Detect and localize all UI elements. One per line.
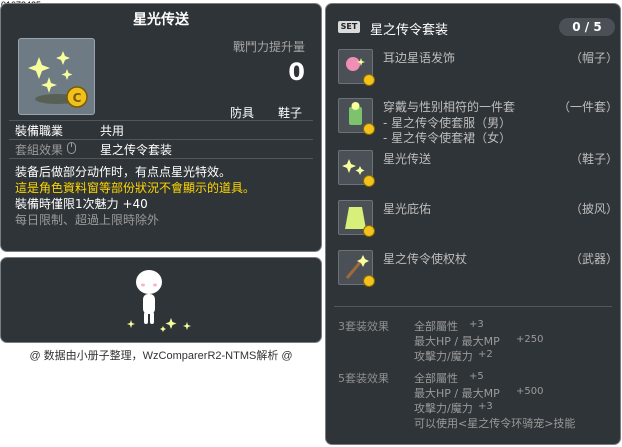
effect-line: 攻擊力/魔力 [414, 402, 473, 415]
set-effect-value: 星之传令套装 [100, 143, 173, 157]
effect-value: +3 [478, 401, 493, 412]
tag-shoes: 鞋子 [278, 106, 303, 120]
set-item-name: 星之传令使权杖 [383, 252, 468, 266]
coin-icon [363, 225, 375, 237]
mouse-icon [67, 142, 76, 154]
coin-icon [363, 175, 375, 187]
set-count: 0 / 5 [559, 18, 615, 36]
effect-line: 最大HP / 最大MP [414, 335, 500, 348]
effect-value: +3 [469, 319, 484, 330]
set-item-type: （一件套） [557, 100, 618, 114]
effect-value: +5 [469, 371, 484, 382]
desc-line-4: 每日限制、超過上限時除外 [15, 213, 160, 227]
power-value: 0 [288, 58, 305, 86]
set-item-type: （披风） [569, 202, 618, 216]
set-item-name: 穿戴与性别相符的一件套 [383, 100, 516, 114]
effect-value: +2 [478, 349, 493, 360]
set-item-sub: - 星之传令使套裙（女） [383, 131, 512, 145]
set-item-name: 星光庇佑 [383, 202, 432, 216]
set-item-name: 星光传送 [383, 152, 432, 166]
item-title: 星光传送 [133, 12, 189, 28]
credit-text: @ 数据由小册子整理，WzComparerR2-NTMS解析 @ [29, 350, 293, 362]
effect-line: 最大HP / 最大MP [414, 387, 500, 400]
coin-icon [363, 275, 375, 287]
effect-line: 全部屬性 [414, 372, 458, 385]
coin-icon [363, 123, 375, 135]
divider [9, 120, 313, 121]
set-name: 星之传令套装 [370, 23, 449, 38]
divider [9, 139, 313, 140]
cape-icon [338, 200, 375, 237]
character-avatar [127, 270, 191, 332]
hair-accessory-icon [338, 49, 375, 86]
item-tooltip: 星光传送 C 戰鬥力提升量 0 防具 鞋子 裝備職業 共用 套組效果 星之传令套… [0, 3, 322, 252]
power-label: 戰鬥力提升量 [232, 40, 305, 54]
desc-line-3: 裝備時僅限1次魅力 +40 [15, 197, 148, 211]
set-effect-label: 套組效果 [15, 143, 64, 157]
avatar-preview [0, 257, 322, 343]
svg-text:C: C [73, 91, 82, 105]
job-value: 共用 [100, 124, 125, 138]
effect-line: 可以使用<星之传令环骑宠>技能 [414, 417, 576, 430]
set-panel: SET 星之传令套装 0 / 5 耳边星语发饰 （帽子） 穿戴与性别相符的一件套… [325, 3, 621, 445]
set-item-type: （鞋子） [569, 152, 618, 166]
outfit-icon [338, 98, 375, 135]
scepter-icon [338, 250, 375, 287]
effect-value: +250 [516, 334, 544, 345]
divider [334, 306, 612, 307]
effect-line: 全部屬性 [414, 320, 458, 333]
set-item-type: （武器） [569, 252, 618, 266]
effect-label: 3套装效果 [338, 320, 389, 333]
desc-line-1: 装备后做部分动作时，有点点星光特效。 [15, 165, 232, 179]
sparkle-shoes-icon [338, 150, 375, 187]
coin-icon [363, 74, 375, 86]
divider [9, 158, 313, 159]
desc-line-2: 這是角色資料窗等部份狀況不會顯示的道具。 [15, 181, 256, 195]
sparkle-shoes-icon: C [28, 51, 88, 108]
effect-label: 5套装效果 [338, 372, 389, 385]
set-item-name: 耳边星语发饰 [383, 51, 456, 65]
item-icon-frame: C [18, 38, 95, 115]
set-badge: SET [338, 21, 360, 33]
job-label: 裝備職業 [15, 124, 64, 138]
set-item-type: （帽子） [569, 51, 618, 65]
effect-line: 攻擊力/魔力 [414, 350, 473, 363]
tag-armor: 防具 [230, 106, 255, 120]
effect-value: +500 [516, 386, 544, 397]
